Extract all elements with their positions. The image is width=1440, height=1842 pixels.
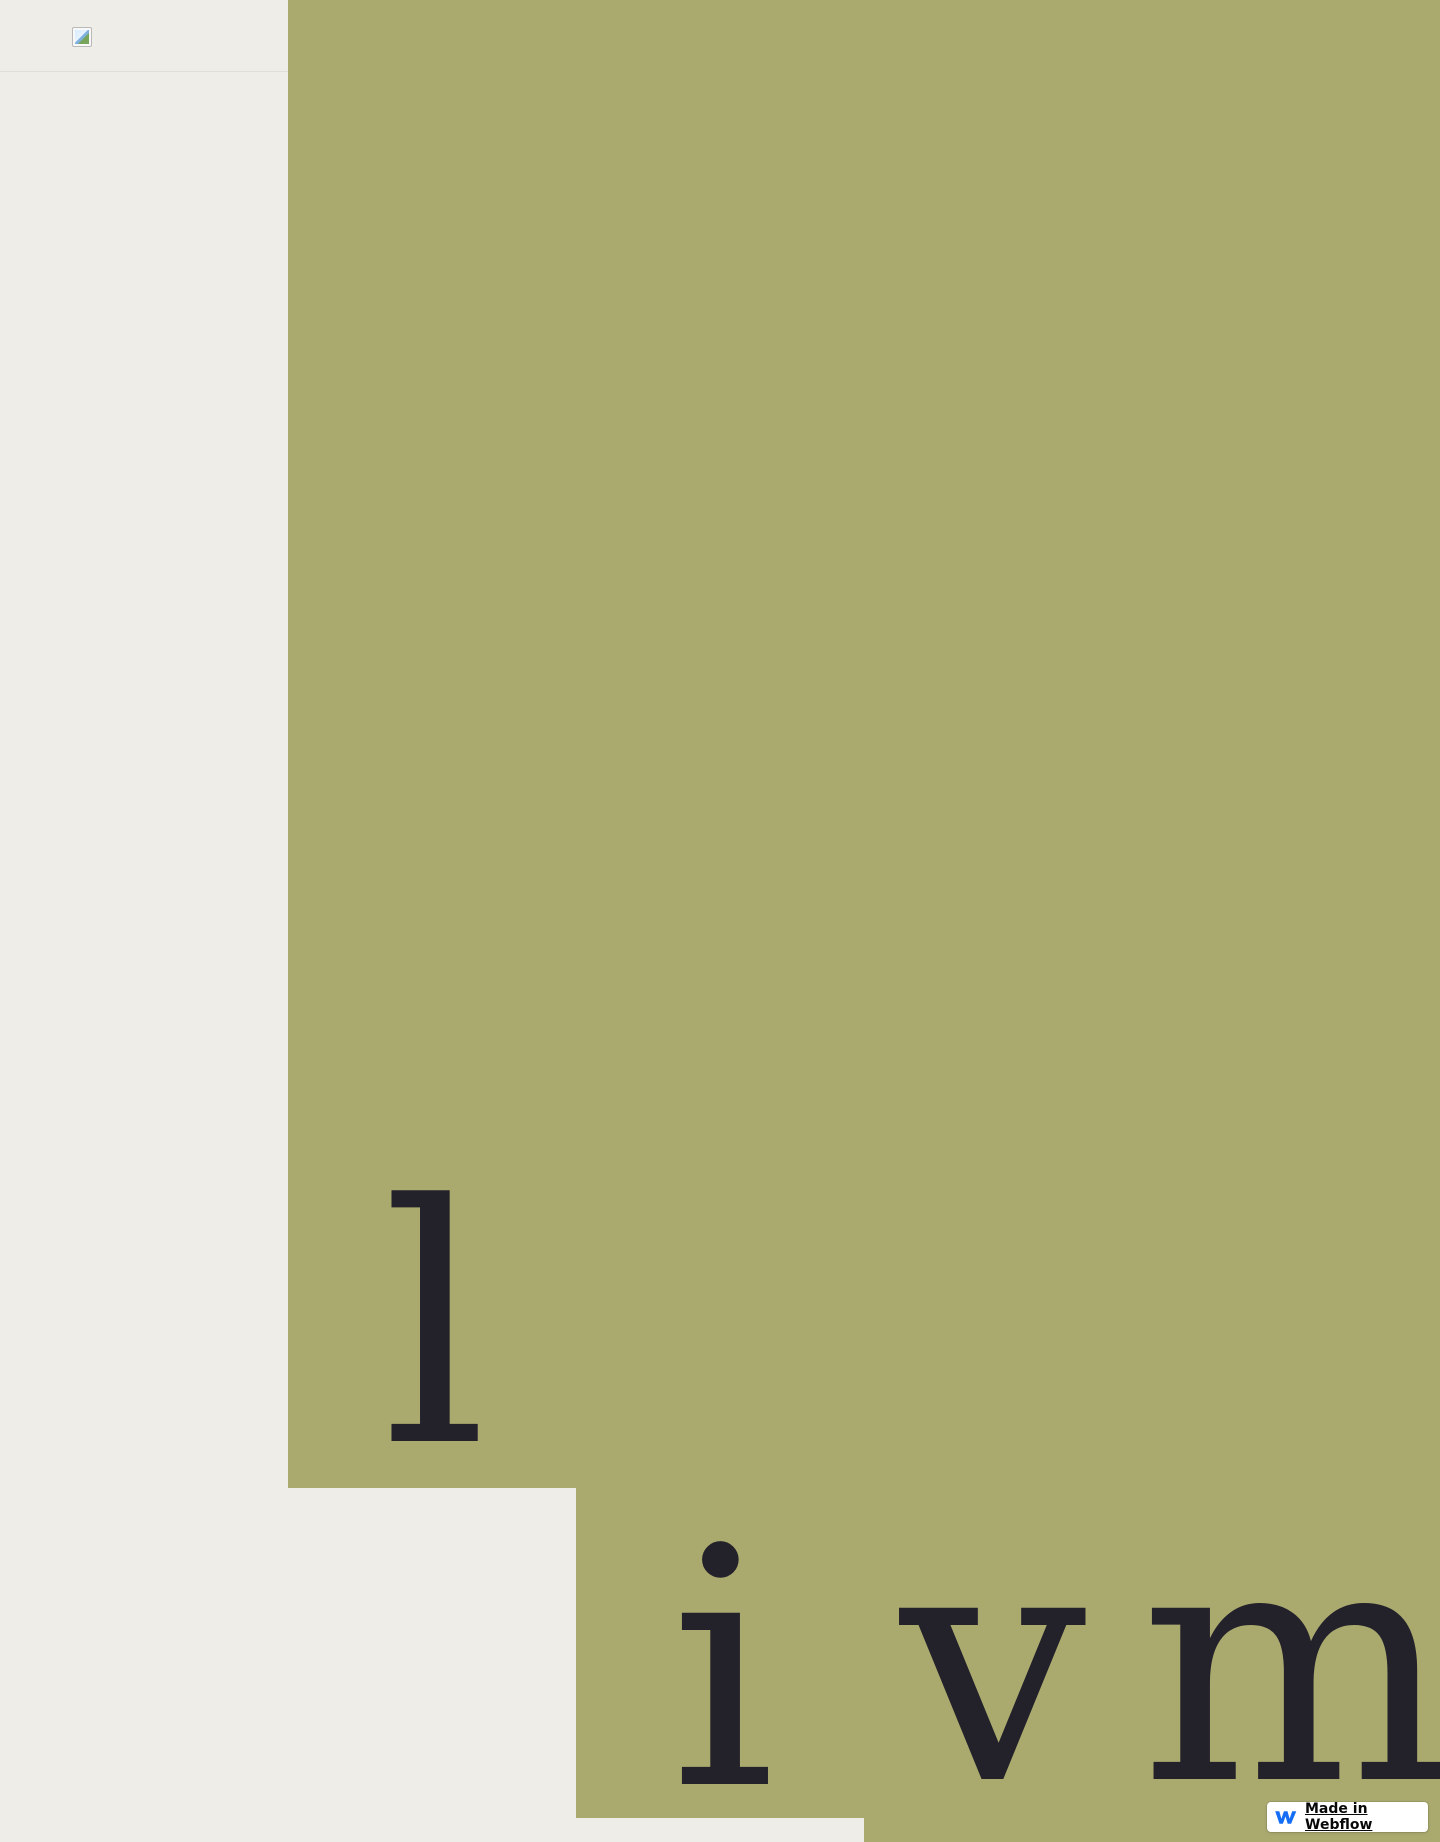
page: l i v m Made in Webflow <box>0 0 1440 1842</box>
hero-letter-i: i <box>670 1478 776 1842</box>
hero-letter-m: m <box>1140 1473 1440 1842</box>
left-rail <box>0 0 288 1842</box>
hero-letter-l: l <box>382 1135 488 1519</box>
hero-letter-v: v <box>900 1473 1087 1842</box>
brand-header <box>0 0 288 72</box>
made-in-webflow-badge[interactable]: Made in Webflow <box>1267 1801 1428 1833</box>
webflow-logo-icon <box>1275 1810 1297 1824</box>
made-in-webflow-label: Made in Webflow <box>1305 1801 1373 1833</box>
broken-image-icon[interactable] <box>72 27 92 47</box>
